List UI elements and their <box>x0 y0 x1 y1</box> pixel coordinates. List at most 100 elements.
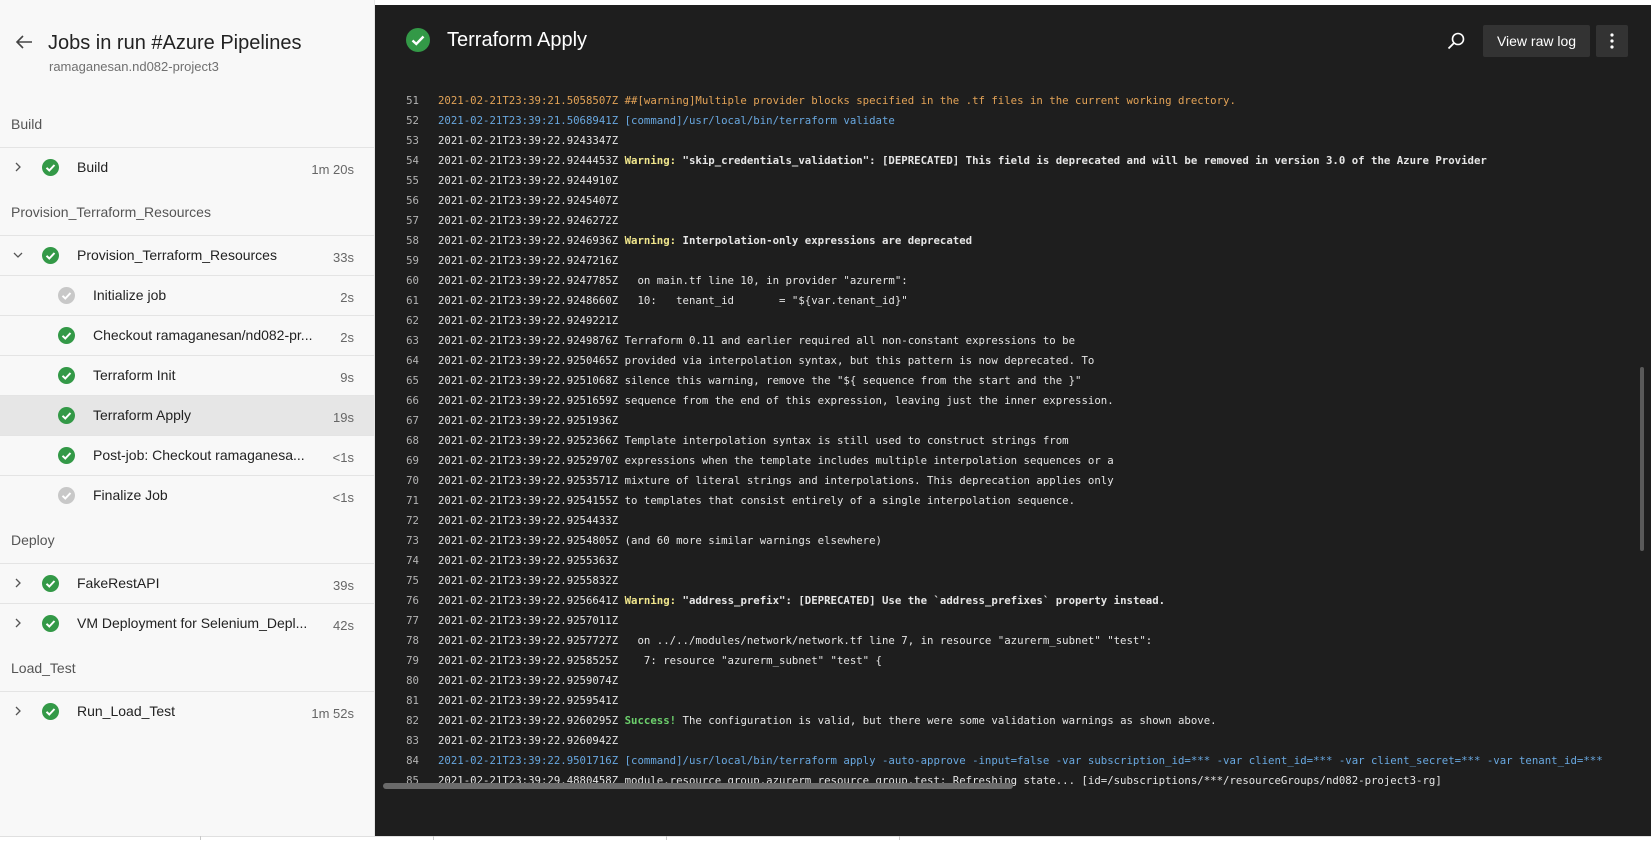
job-row-run-load-test[interactable]: Run_Load_Test 1m 52s <box>0 691 374 731</box>
line-number: 84 <box>406 754 419 767</box>
chevron-right-icon[interactable] <box>11 616 25 630</box>
step-duration: <1s <box>332 490 354 505</box>
line-number: 83 <box>406 734 419 747</box>
line-number: 55 <box>406 174 419 187</box>
log-line: 61 2021-02-21T23:39:22.9248660Z 10: tenan… <box>375 291 1631 310</box>
log-timestamp: 2021-02-21T23:39:22.9254155Z <box>438 494 619 507</box>
check-circle-icon <box>58 327 75 344</box>
chevron-down-icon[interactable] <box>11 248 25 262</box>
log-line: 51 2021-02-21T23:39:21.5058507Z ##[warnin… <box>375 91 1631 110</box>
job-label: Build <box>77 159 109 175</box>
log-timestamp: 2021-02-21T23:39:22.9501716Z <box>438 754 619 767</box>
log-line: 78 2021-02-21T23:39:22.9257727Z on ../../… <box>375 631 1631 650</box>
job-duration: 33s <box>333 250 354 265</box>
line-number: 81 <box>406 694 419 707</box>
log-line: 65 2021-02-21T23:39:22.9251068Z silence t… <box>375 371 1631 390</box>
search-button[interactable] <box>1443 28 1469 54</box>
line-number: 68 <box>406 434 419 447</box>
log-text: 2021-02-21T23:39:22.9256641Z Warning: "a… <box>438 591 1165 610</box>
log-timestamp: 2021-02-21T23:39:22.9257727Z <box>438 634 619 647</box>
warning-keyword: Warning: <box>624 234 677 247</box>
chevron-right-icon[interactable] <box>11 160 25 174</box>
log-timestamp: 2021-02-21T23:39:22.9243347Z <box>438 134 619 147</box>
chevron-right-icon[interactable] <box>11 704 25 718</box>
log-line: 74 2021-02-21T23:39:22.9255363Z <box>375 551 1631 570</box>
log-text: 2021-02-21T23:39:22.9244910Z <box>438 171 625 190</box>
check-circle-icon <box>58 487 75 504</box>
horizontal-scrollbar[interactable] <box>383 783 1013 789</box>
stage-label-build: Build <box>11 116 43 132</box>
log-timestamp: 2021-02-21T23:39:22.9260295Z <box>438 714 619 727</box>
job-row-build[interactable]: Build 1m 20s <box>0 147 374 187</box>
line-number: 77 <box>406 614 419 627</box>
log-line: 60 2021-02-21T23:39:22.9247785Z on main.t… <box>375 271 1631 290</box>
step-row-finalize-job[interactable]: Finalize Job <1s <box>0 475 374 515</box>
stage-label-provision: Provision_Terraform_Resources <box>11 204 211 220</box>
job-duration: 39s <box>333 578 354 593</box>
line-number: 82 <box>406 714 419 727</box>
log-line: 81 2021-02-21T23:39:22.9259541Z <box>375 691 1631 710</box>
step-duration: 2s <box>340 330 354 345</box>
step-row-terraform-init[interactable]: Terraform Init 9s <box>0 355 374 395</box>
line-number: 66 <box>406 394 419 407</box>
job-label: VM Deployment for Selenium_Depl... <box>77 615 308 631</box>
page-title: Jobs in run #Azure Pipelines <box>48 32 302 54</box>
view-raw-log-button[interactable]: View raw log <box>1483 25 1590 57</box>
log-line: 80 2021-02-21T23:39:22.9259074Z <box>375 671 1631 690</box>
log-timestamp: 2021-02-21T23:39:22.9250465Z <box>438 354 619 367</box>
log-text: 2021-02-21T23:39:21.5068941Z [command]/u… <box>438 111 895 130</box>
log-text: 2021-02-21T23:39:22.9246272Z <box>438 211 625 230</box>
log-line: 66 2021-02-21T23:39:22.9251659Z sequence … <box>375 391 1631 410</box>
log-line: 79 2021-02-21T23:39:22.9258525Z 7: resour… <box>375 651 1631 670</box>
pipeline-name: ramaganesan.nd082-project3 <box>49 59 219 74</box>
log-line: 68 2021-02-21T23:39:22.9252366Z Template … <box>375 431 1631 450</box>
step-row-post-job-checkout[interactable]: Post-job: Checkout ramaganesa... <1s <box>0 435 374 475</box>
divider-tick <box>433 836 434 840</box>
log-message: "skip_credentials_validation": [DEPRECAT… <box>682 154 1487 167</box>
log-line: 53 2021-02-21T23:39:22.9243347Z <box>375 131 1631 150</box>
step-label: Finalize Job <box>93 487 168 503</box>
log-panel: Terraform Apply View raw log 51 2021-02-2… <box>375 5 1651 836</box>
log-timestamp: 2021-02-21T23:39:22.9244453Z <box>438 154 619 167</box>
log-line: 64 2021-02-21T23:39:22.9250465Z provided … <box>375 351 1631 370</box>
step-duration: 19s <box>333 410 354 425</box>
job-row-fakerestapi[interactable]: FakeRestAPI 39s <box>0 563 374 603</box>
log-line: 55 2021-02-21T23:39:22.9244910Z <box>375 171 1631 190</box>
step-row-terraform-apply[interactable]: Terraform Apply 19s <box>0 395 374 435</box>
step-label: Terraform Init <box>93 367 176 383</box>
check-circle-icon <box>58 287 75 304</box>
line-number: 75 <box>406 574 419 587</box>
log-line: 62 2021-02-21T23:39:22.9249221Z <box>375 311 1631 330</box>
check-circle-icon <box>58 407 75 424</box>
log-text: 2021-02-21T23:39:22.9254805Z (and 60 mor… <box>438 531 882 550</box>
log-text: 2021-02-21T23:39:22.9255363Z <box>438 551 625 570</box>
job-row-provision[interactable]: Provision_Terraform_Resources 33s <box>0 235 374 275</box>
log-message: on ../../modules/network/network.tf line… <box>624 634 1153 647</box>
log-message: Interpolation-only expressions are depre… <box>682 234 973 247</box>
back-button[interactable] <box>10 28 38 56</box>
step-title: Terraform Apply <box>447 29 588 51</box>
more-actions-button[interactable] <box>1596 25 1628 57</box>
log-text: 2021-02-21T23:39:22.9243347Z <box>438 131 625 150</box>
log-line: 72 2021-02-21T23:39:22.9254433Z <box>375 511 1631 530</box>
log-timestamp: 2021-02-21T23:39:22.9245407Z <box>438 194 619 207</box>
chevron-right-icon[interactable] <box>11 576 25 590</box>
stage-label-load-test: Load_Test <box>11 660 76 676</box>
log-text: 2021-02-21T23:39:22.9258525Z 7: resource… <box>438 651 882 670</box>
log-timestamp: 2021-02-21T23:39:22.9259541Z <box>438 694 619 707</box>
job-row-vm-deployment[interactable]: VM Deployment for Selenium_Depl... 42s <box>0 603 374 643</box>
log-text: 2021-02-21T23:39:22.9255832Z <box>438 571 625 590</box>
log-text: 2021-02-21T23:39:22.9247785Z on main.tf … <box>438 271 908 290</box>
search-icon <box>1447 32 1465 50</box>
check-circle-icon <box>42 575 59 592</box>
line-number: 64 <box>406 354 419 367</box>
line-number: 71 <box>406 494 419 507</box>
step-duration: 2s <box>340 290 354 305</box>
log-timestamp: 2021-02-21T23:39:22.9257011Z <box>438 614 619 627</box>
log-output[interactable]: 51 2021-02-21T23:39:21.5058507Z ##[warnin… <box>375 91 1631 791</box>
log-text: 2021-02-21T23:39:22.9259541Z <box>438 691 625 710</box>
step-row-checkout[interactable]: Checkout ramaganesan/nd082-pr... 2s <box>0 315 374 355</box>
bottom-strip <box>0 836 1651 847</box>
step-row-initialize-job[interactable]: Initialize job 2s <box>0 275 374 315</box>
vertical-scrollbar[interactable] <box>1640 367 1644 551</box>
